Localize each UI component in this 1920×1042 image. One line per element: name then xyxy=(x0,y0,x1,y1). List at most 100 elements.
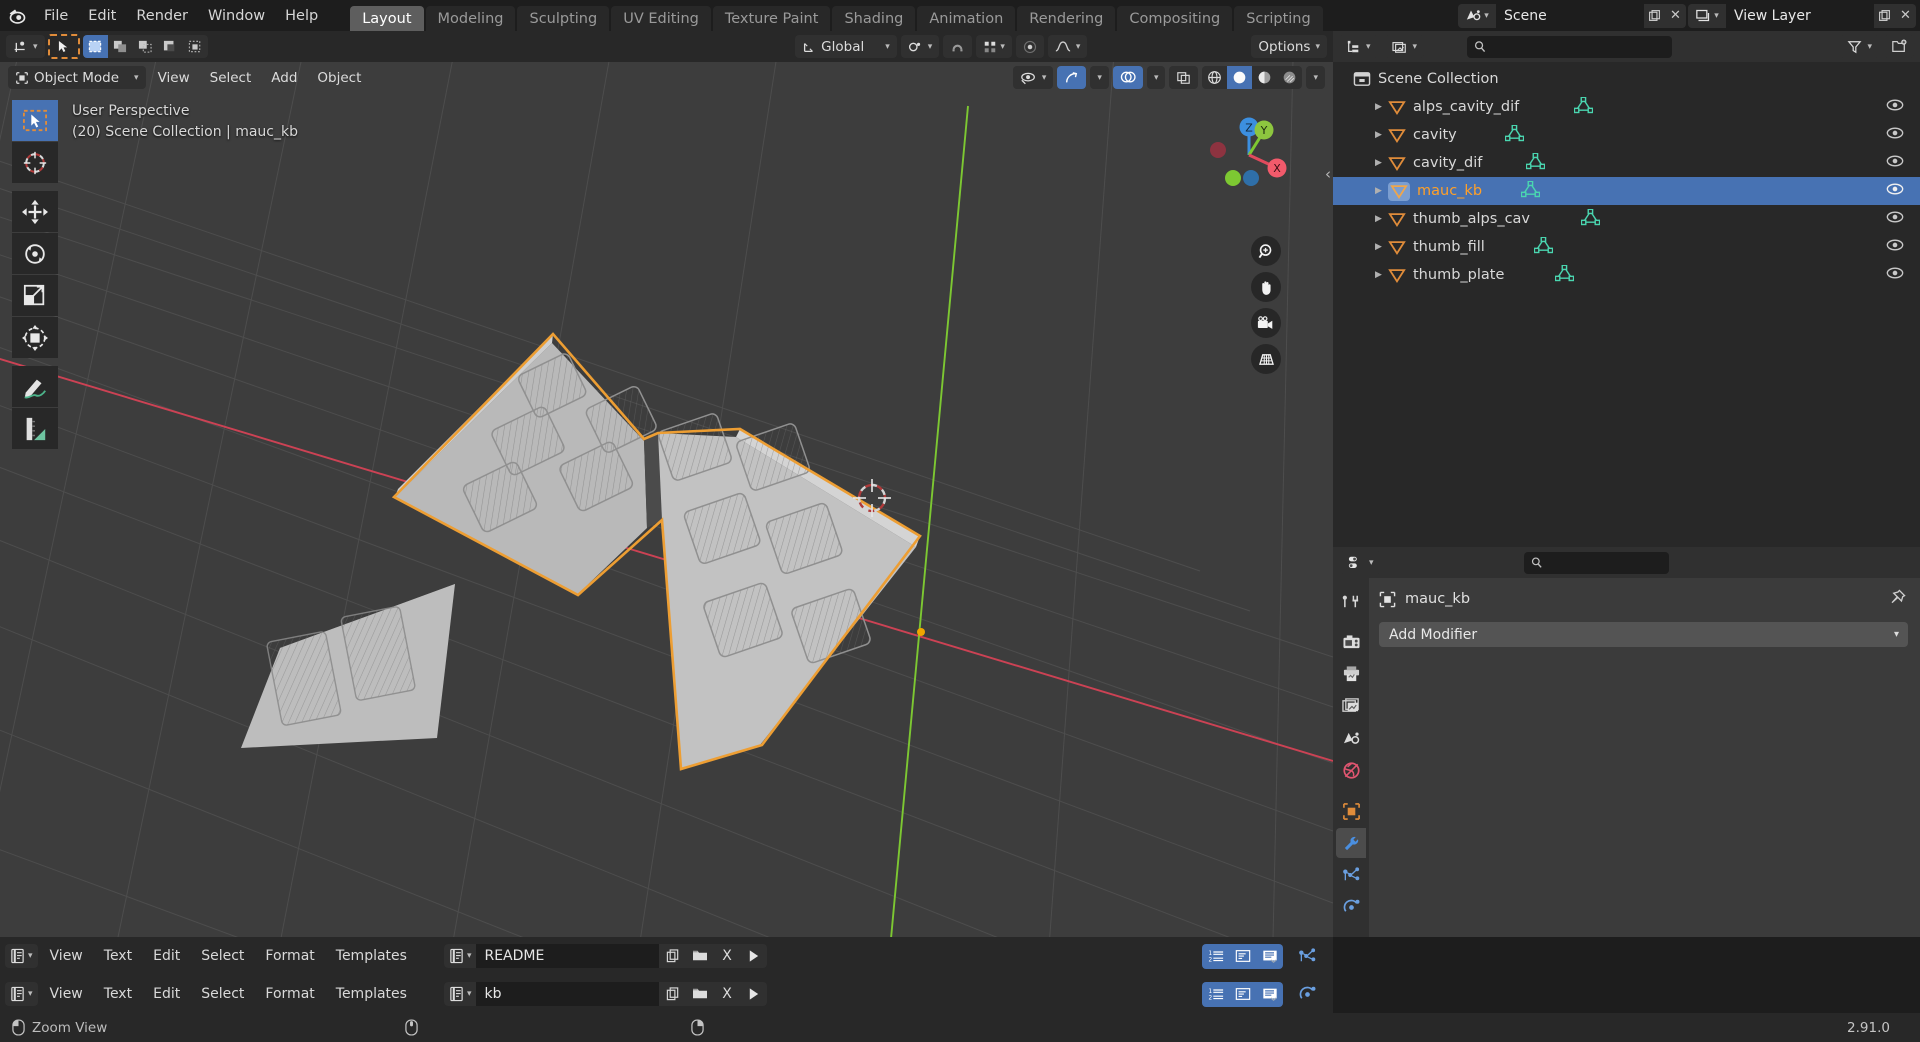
viewport-menu-add[interactable]: Add xyxy=(263,67,305,89)
text-filename-field[interactable]: kb xyxy=(476,982,660,1006)
overlays-dropdown[interactable]: ▾ xyxy=(1146,66,1166,89)
menu-window[interactable]: Window xyxy=(198,5,275,27)
word-wrap-icon[interactable] xyxy=(1229,981,1256,1007)
properties-search-input[interactable] xyxy=(1523,551,1669,574)
viewlayer-selector[interactable]: ▾ View Layer ✕ xyxy=(1688,3,1916,28)
shading-mode-group[interactable] xyxy=(1202,66,1303,89)
particles-icon[interactable] xyxy=(1286,937,1328,975)
shading-dropdown[interactable]: ▾ xyxy=(1306,66,1325,89)
mesh-data-icon[interactable] xyxy=(1520,180,1541,202)
text-filename-field[interactable]: README xyxy=(476,944,660,968)
rendered-shading-icon[interactable] xyxy=(1277,66,1302,89)
material-shading-icon[interactable] xyxy=(1252,66,1277,89)
sidebar-toggle-icon[interactable]: ‹ xyxy=(1325,165,1331,183)
viewport-menu-object[interactable]: Object xyxy=(309,67,369,89)
text-menu-select[interactable]: Select xyxy=(192,986,253,1002)
viewlayer-name[interactable]: View Layer xyxy=(1726,3,1874,28)
scale-tool[interactable] xyxy=(12,275,58,316)
viewport-menu-select[interactable]: Select xyxy=(202,67,260,89)
visibility-eye-icon[interactable] xyxy=(1886,266,1904,284)
filter-funnel-icon[interactable]: ▾ xyxy=(1840,35,1879,58)
physics-icon[interactable] xyxy=(1286,975,1328,1013)
gizmo-icon[interactable] xyxy=(1057,66,1087,89)
expand-triangle-icon[interactable]: ▶ xyxy=(1369,214,1388,224)
world-tab[interactable] xyxy=(1336,755,1366,785)
text-menu-format[interactable]: Format xyxy=(256,948,323,964)
select-subtract-icon[interactable] xyxy=(133,35,158,58)
outliner-item-cavity_dif[interactable]: ▶ cavity_dif xyxy=(1333,149,1920,177)
duplicate-text-icon[interactable] xyxy=(659,982,687,1006)
viewport-3d[interactable]: ▾ Global ▾ ▾ ▾ ▾ Options ▾ Object Mode ▾… xyxy=(0,31,1333,937)
text-datablock-icon[interactable]: ▾ xyxy=(443,982,477,1006)
new-scene-icon[interactable] xyxy=(1644,3,1665,28)
zoom-view-icon[interactable] xyxy=(1251,236,1281,266)
pin-icon[interactable] xyxy=(1889,589,1906,610)
open-text-icon[interactable] xyxy=(686,944,714,968)
transform-orientation-dropdown[interactable]: Global ▾ xyxy=(795,35,897,58)
scene-tab[interactable] xyxy=(1336,723,1366,753)
falloff-curve-icon[interactable]: ▾ xyxy=(1047,35,1088,58)
line-numbers-icon[interactable]: 12 xyxy=(1202,981,1229,1007)
wireframe-shading-icon[interactable] xyxy=(1202,66,1227,89)
run-script-icon[interactable] xyxy=(740,944,768,968)
viewport-menu-view[interactable]: View xyxy=(150,67,198,89)
outliner-root-collection[interactable]: Scene Collection xyxy=(1333,65,1920,93)
select-new-icon[interactable] xyxy=(82,35,108,58)
properties-search-field[interactable] xyxy=(1547,555,1662,570)
menu-edit[interactable]: Edit xyxy=(78,5,126,27)
workspace-tab-scripting[interactable]: Scripting xyxy=(1234,6,1323,31)
measure-tool[interactable] xyxy=(12,408,58,449)
expand-triangle-icon[interactable]: ▶ xyxy=(1369,158,1388,168)
object-tab[interactable] xyxy=(1336,796,1366,826)
view-layer-tab[interactable] xyxy=(1336,691,1366,721)
workspace-tab-compositing[interactable]: Compositing xyxy=(1117,6,1233,31)
blender-logo-icon[interactable] xyxy=(0,0,34,31)
scene-selector[interactable]: ▾ Scene ✕ xyxy=(1458,3,1686,28)
text-menu-text[interactable]: Text xyxy=(95,986,141,1002)
text-menu-edit[interactable]: Edit xyxy=(144,986,189,1002)
select-invert-icon[interactable] xyxy=(158,35,183,58)
workspace-tab-rendering[interactable]: Rendering xyxy=(1017,6,1116,31)
unlink-text-icon[interactable]: X xyxy=(713,982,741,1006)
expand-triangle-icon[interactable]: ▶ xyxy=(1369,130,1388,140)
editor-type-icon[interactable]: ▾ xyxy=(6,35,45,58)
select-extend-icon[interactable] xyxy=(108,35,133,58)
tool-tab[interactable] xyxy=(1336,586,1366,616)
toggle-ortho-icon[interactable] xyxy=(1251,344,1281,374)
remove-viewlayer-button[interactable]: ✕ xyxy=(1895,3,1916,28)
outliner-item-thumb_fill[interactable]: ▶ thumb_fill xyxy=(1333,233,1920,261)
syntax-highlight-icon[interactable] xyxy=(1256,943,1283,969)
select-mode-group[interactable] xyxy=(82,35,208,58)
word-wrap-icon[interactable] xyxy=(1229,943,1256,969)
outliner-editor[interactable]: ▾ ▾ ▾ Scene Collection ▶ alps_cavity_dif… xyxy=(1333,31,1920,547)
solid-shading-icon[interactable] xyxy=(1227,66,1253,89)
cursor-tool[interactable] xyxy=(12,142,58,183)
select-cursor-icon[interactable] xyxy=(47,34,80,59)
options-button[interactable]: Options ▾ xyxy=(1251,35,1327,58)
add-modifier-button[interactable]: Add Modifier ▾ xyxy=(1379,622,1908,647)
line-numbers-icon[interactable]: 12 xyxy=(1202,943,1229,969)
visibility-eye-icon[interactable] xyxy=(1886,182,1904,200)
workspace-tab-texture-paint[interactable]: Texture Paint xyxy=(712,6,831,31)
workspace-tab-animation[interactable]: Animation xyxy=(917,6,1016,31)
outliner-item-alps_cavity_dif[interactable]: ▶ alps_cavity_dif xyxy=(1333,93,1920,121)
remove-scene-button[interactable]: ✕ xyxy=(1665,3,1686,28)
show-hide-icon[interactable]: ▾ xyxy=(1012,66,1054,89)
visibility-eye-icon[interactable] xyxy=(1886,98,1904,116)
new-viewlayer-icon[interactable] xyxy=(1874,3,1895,28)
new-collection-icon[interactable] xyxy=(1884,35,1914,58)
expand-triangle-icon[interactable]: ▶ xyxy=(1369,102,1388,112)
annotate-tool[interactable] xyxy=(12,366,58,407)
text-menu-view[interactable]: View xyxy=(41,986,92,1002)
visibility-eye-icon[interactable] xyxy=(1886,126,1904,144)
workspace-tab-shading[interactable]: Shading xyxy=(832,6,916,31)
visibility-eye-icon[interactable] xyxy=(1886,210,1904,228)
expand-triangle-icon[interactable]: ▶ xyxy=(1369,270,1388,280)
menu-file[interactable]: File xyxy=(34,5,78,27)
mesh-data-icon[interactable] xyxy=(1580,208,1601,230)
properties-editor[interactable]: ▾ mauc_kb Add Modifier ▾ xyxy=(1333,547,1920,937)
output-tab[interactable] xyxy=(1336,659,1366,689)
workspace-tab-sculpting[interactable]: Sculpting xyxy=(517,6,610,31)
mesh-data-icon[interactable] xyxy=(1533,236,1554,258)
workspace-tab-modeling[interactable]: Modeling xyxy=(425,6,516,31)
